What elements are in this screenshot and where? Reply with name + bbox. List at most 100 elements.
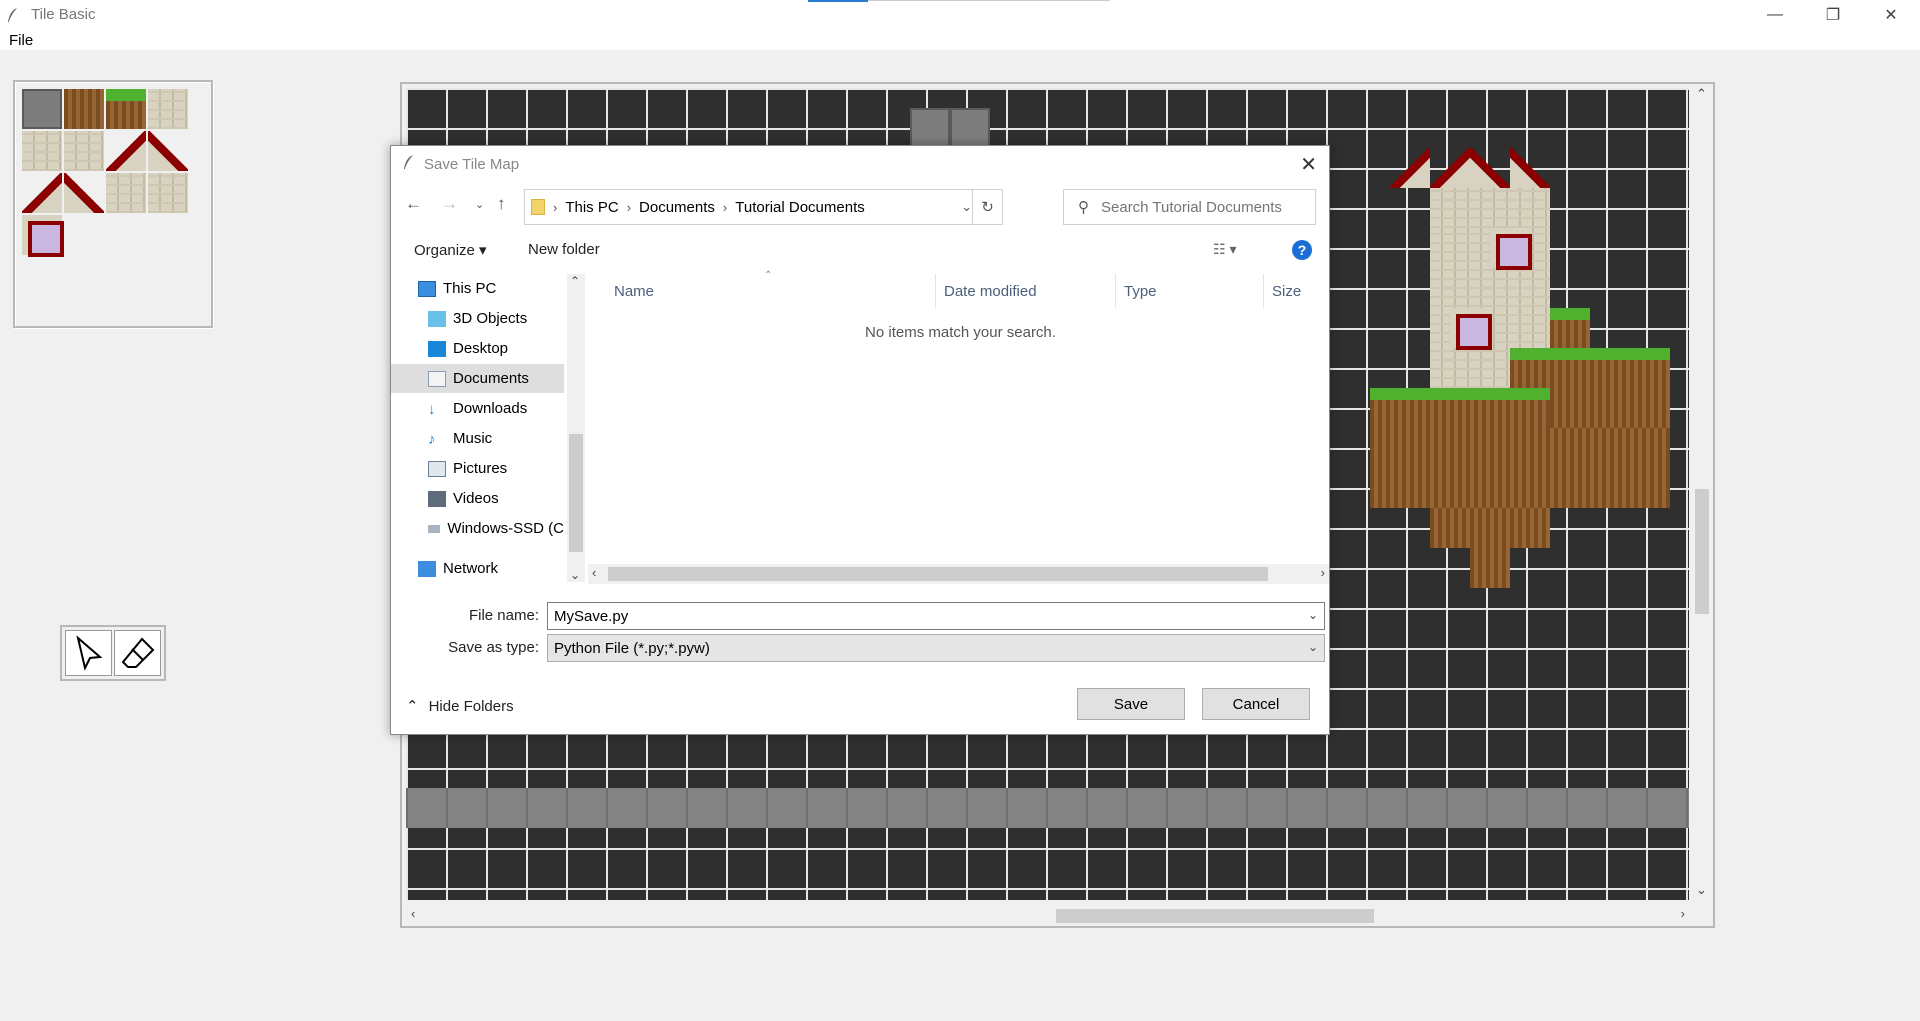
column-date-modified[interactable]: Date modified: [936, 274, 1116, 308]
nav-label: Downloads: [453, 400, 528, 417]
vscroll-thumb[interactable]: [1695, 489, 1709, 614]
placed-roof-right: [1470, 148, 1510, 188]
nav-item-downloads[interactable]: ↓ Downloads: [391, 394, 564, 423]
organize-label: Organize: [414, 242, 475, 259]
recent-locations-icon[interactable]: ⌄: [475, 198, 484, 211]
tile-window[interactable]: [22, 215, 64, 257]
chevron-down-icon[interactable]: ⌄: [1308, 640, 1318, 654]
nav-item-documents[interactable]: Documents: [391, 364, 564, 393]
address-bar[interactable]: › This PC › Documents › Tutorial Documen…: [524, 189, 1003, 225]
breadcrumb-this-pc[interactable]: This PC: [565, 199, 618, 216]
pictures-icon: [428, 460, 446, 477]
column-label: Date modified: [944, 282, 1037, 300]
list-hscroll-thumb[interactable]: [608, 567, 1268, 581]
organize-button[interactable]: Organize ▾: [414, 241, 487, 259]
placed-dirt: [1550, 388, 1670, 428]
tile-brick[interactable]: [106, 173, 146, 213]
empty-message: No items match your search.: [865, 324, 1056, 341]
view-options-icon[interactable]: ☷ ▾: [1213, 241, 1236, 258]
tile-roof-right[interactable]: [64, 173, 104, 213]
help-icon[interactable]: ?: [1292, 240, 1312, 260]
hscroll-thumb[interactable]: [1056, 909, 1374, 923]
dialog-navbar: ← → ⌄ ↑ › This PC › Documents › Tutorial…: [391, 182, 1329, 228]
nav-label: This PC: [443, 280, 497, 297]
back-arrow-icon[interactable]: ←: [405, 194, 422, 214]
tile-brick-corner[interactable]: [148, 89, 188, 129]
placed-roof-left: [1430, 148, 1470, 188]
placed-grass: [1510, 348, 1590, 388]
tile-brick[interactable]: [22, 131, 62, 171]
address-dropdown-icon[interactable]: ⌄: [961, 199, 972, 215]
up-arrow-icon[interactable]: ↑: [497, 194, 506, 214]
taskbar-accent: [808, 0, 868, 2]
file-name-input[interactable]: MySave.py ⌄: [547, 602, 1325, 630]
sort-up-icon: ⌃: [764, 270, 773, 281]
taskbar-line: [868, 0, 1110, 1]
breadcrumb-tutorial-documents[interactable]: Tutorial Documents: [735, 199, 865, 216]
canvas-vertical-scrollbar[interactable]: ⌃ ⌄: [1691, 84, 1713, 900]
tile-brick[interactable]: [148, 173, 188, 213]
nav-item-desktop[interactable]: Desktop: [391, 334, 564, 363]
canvas-horizontal-scrollbar[interactable]: ‹ ›: [406, 904, 1689, 926]
nav-item-music[interactable]: ♪ Music: [391, 424, 564, 453]
placed-stone-row: [406, 788, 1689, 828]
music-icon: ♪: [428, 430, 436, 448]
column-type[interactable]: Type: [1116, 274, 1264, 308]
nav-label: 3D Objects: [453, 310, 528, 327]
save-button[interactable]: Save: [1077, 688, 1185, 720]
feather-icon: [6, 7, 22, 23]
search-box[interactable]: ⚲: [1063, 189, 1316, 225]
column-name[interactable]: Name: [590, 274, 936, 308]
folder-icon: [531, 199, 545, 215]
feather-icon: [403, 154, 415, 174]
document-icon: [428, 370, 446, 387]
menu-file[interactable]: File: [9, 32, 33, 49]
network-icon: [418, 560, 436, 577]
tile-roof-right[interactable]: [148, 131, 188, 171]
dialog-close-icon[interactable]: ✕: [1300, 152, 1317, 177]
nav-item-3d-objects[interactable]: 3D Objects: [391, 304, 564, 333]
tile-grass[interactable]: [106, 89, 146, 129]
placed-brick-wall: [1430, 188, 1550, 228]
restore-icon[interactable]: ❐: [1804, 0, 1862, 29]
nav-item-pictures[interactable]: Pictures: [391, 454, 564, 483]
forward-arrow-icon[interactable]: →: [441, 194, 458, 214]
dialog-titlebar: Save Tile Map ✕: [391, 146, 1329, 182]
nav-item-this-pc[interactable]: This PC: [391, 274, 564, 303]
nav-label: Windows-SSD (C: [447, 520, 564, 537]
tile-stone[interactable]: [22, 89, 62, 129]
select-arrow-icon[interactable]: [65, 630, 112, 676]
column-size[interactable]: Size: [1264, 274, 1329, 308]
save-type-value: Python File (*.py;*.pyw): [554, 639, 710, 657]
cancel-button[interactable]: Cancel: [1202, 688, 1310, 720]
file-name-row: File name: MySave.py ⌄: [391, 602, 1329, 630]
placed-window: [1450, 308, 1492, 350]
close-icon[interactable]: ✕: [1862, 0, 1920, 29]
list-horizontal-scrollbar[interactable]: ‹ ›: [588, 564, 1329, 584]
column-label: Name: [614, 282, 655, 300]
tile-roof-left[interactable]: [22, 173, 62, 213]
tool-panel: [60, 625, 166, 681]
nav-label: Music: [453, 430, 493, 447]
refresh-icon[interactable]: ↻: [972, 190, 1002, 224]
column-label: Size: [1272, 282, 1302, 300]
tile-roof-left[interactable]: [106, 131, 146, 171]
nav-item-videos[interactable]: Videos: [391, 484, 564, 513]
minimize-icon[interactable]: —: [1746, 0, 1804, 29]
save-type-label: Save as type:: [448, 639, 539, 656]
chevron-down-icon[interactable]: ⌄: [1308, 608, 1318, 622]
placed-dirt: [1370, 428, 1670, 468]
nav-item-windows-ssd[interactable]: Windows-SSD (C: [391, 514, 564, 543]
new-folder-button[interactable]: New folder: [528, 241, 600, 258]
nav-scroll-thumb[interactable]: [569, 434, 583, 552]
nav-scrollbar[interactable]: ⌃ ⌄: [567, 274, 585, 582]
placed-stone-tile: [950, 108, 990, 148]
search-input[interactable]: [1101, 198, 1301, 216]
eraser-icon[interactable]: [114, 630, 161, 676]
tile-dirt[interactable]: [64, 89, 104, 129]
breadcrumb-documents[interactable]: Documents: [639, 199, 715, 216]
tile-brick[interactable]: [64, 131, 104, 171]
nav-item-network[interactable]: Network: [391, 554, 564, 583]
hide-folders-button[interactable]: ⌃ Hide Folders: [406, 697, 514, 716]
save-type-select[interactable]: Python File (*.py;*.pyw) ⌄: [547, 634, 1325, 662]
